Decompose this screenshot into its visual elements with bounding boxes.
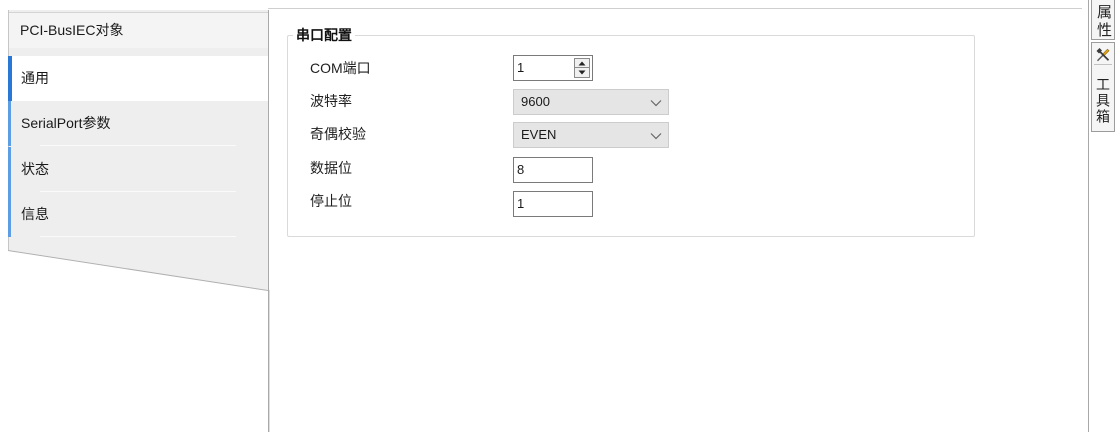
stop-bits-input[interactable]: 1 xyxy=(513,191,593,217)
com-port-value: 1 xyxy=(517,60,525,75)
spin-up-button[interactable] xyxy=(575,59,589,68)
tab-status[interactable]: 状态 xyxy=(8,147,268,192)
toolbox-icon xyxy=(1094,45,1112,65)
com-port-label: COM端口 xyxy=(310,60,371,76)
tab-divider xyxy=(40,145,236,146)
serial-config-title: 串口配置 xyxy=(293,26,355,44)
tab-serialport-params[interactable]: SerialPort参数 xyxy=(8,101,268,146)
stop-bits-label: 停止位 xyxy=(310,193,352,209)
spin-down-button[interactable] xyxy=(575,68,589,77)
tab-divider xyxy=(40,236,236,237)
data-bits-value: 8 xyxy=(517,162,525,177)
tab-pci-busiec-object[interactable]: PCI-BusIEC对象 xyxy=(9,12,268,48)
spin-down-icon xyxy=(578,70,586,75)
parity-select[interactable]: EVEN xyxy=(513,122,669,148)
data-bits-input[interactable]: 8 xyxy=(513,157,593,183)
tab-info-label: 信息 xyxy=(21,206,49,222)
tab-general[interactable]: 通用 xyxy=(8,56,268,101)
side-tab-toolbox[interactable]: 工具箱 xyxy=(1091,42,1115,132)
tab-status-label: 状态 xyxy=(21,161,49,177)
parity-value: EVEN xyxy=(521,127,557,142)
data-bits-label: 数据位 xyxy=(310,160,352,176)
tab-pci-busiec-object-label: PCI-BusIEC对象 xyxy=(20,22,124,38)
tab-general-label: 通用 xyxy=(21,70,49,86)
baud-rate-value: 9600 xyxy=(521,94,550,109)
side-tab-properties[interactable]: 属性 xyxy=(1091,0,1115,40)
com-port-spinner[interactable]: 1 xyxy=(513,55,593,81)
chevron-down-icon xyxy=(650,100,662,107)
dock-separator xyxy=(1088,0,1089,432)
tab-serialport-params-label: SerialPort参数 xyxy=(21,115,111,131)
tab-info[interactable]: 信息 xyxy=(8,192,268,237)
chevron-down-icon xyxy=(650,133,662,140)
side-tab-properties-label: 属性 xyxy=(1095,4,1112,40)
baud-rate-select[interactable]: 9600 xyxy=(513,89,669,115)
stop-bits-value: 1 xyxy=(517,196,525,211)
content-top-border xyxy=(268,8,1082,9)
spin-up-icon xyxy=(578,61,586,66)
com-port-spin-buttons xyxy=(574,58,590,78)
baud-rate-label: 波特率 xyxy=(310,93,352,109)
side-tab-toolbox-label: 工具箱 xyxy=(1095,77,1111,125)
parity-label: 奇偶校验 xyxy=(310,126,366,142)
